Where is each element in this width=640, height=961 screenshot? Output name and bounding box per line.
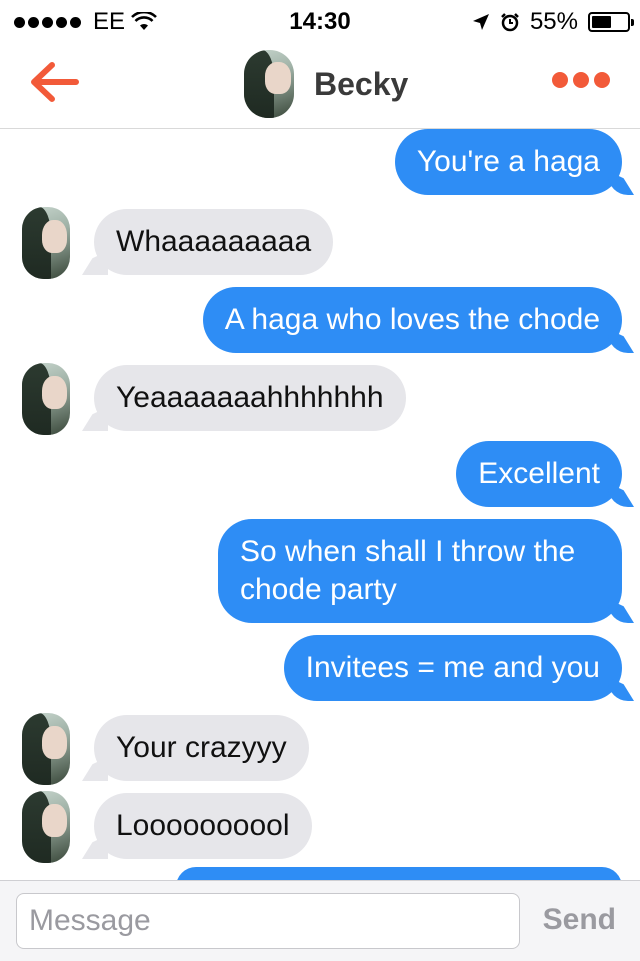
battery-icon: [588, 12, 634, 32]
message-thread[interactable]: You're a haga Whaaaaaaaaa A haga who lov…: [0, 129, 640, 880]
sender-avatar: [22, 791, 70, 863]
status-right: 55%: [472, 8, 634, 36]
arrow-left-icon: [31, 62, 79, 102]
back-button[interactable]: [28, 60, 80, 104]
outgoing-message[interactable]: Excellent: [456, 441, 622, 507]
battery-percent: 55%: [529, 8, 578, 35]
outgoing-message[interactable]: A haga who loves the chode: [202, 287, 622, 353]
outgoing-message[interactable]: You're a haga: [394, 129, 622, 195]
send-button[interactable]: Send: [543, 903, 616, 937]
sender-avatar: [22, 207, 70, 279]
outgoing-message[interactable]: Invitees = me and you: [283, 635, 622, 701]
more-options-button[interactable]: [552, 72, 610, 88]
sender-avatar: [22, 363, 70, 435]
incoming-message[interactable]: Yeaaaaaaahhhhhhh: [94, 365, 406, 431]
battery-fill: [592, 16, 611, 28]
location-arrow-icon: [472, 14, 489, 30]
message-input[interactable]: [16, 893, 520, 949]
incoming-message[interactable]: Loooooooool: [94, 793, 312, 859]
contact-name[interactable]: Becky: [314, 66, 408, 103]
outgoing-message[interactable]: So when shall I throw the chode party: [218, 519, 622, 623]
alarm-icon: [501, 13, 519, 32]
outgoing-message-partial[interactable]: [176, 867, 622, 880]
status-bar: EE 14:30 55%: [0, 0, 640, 40]
more-dots-icon: [552, 72, 568, 88]
contact-avatar[interactable]: [244, 50, 294, 118]
sender-avatar: [22, 713, 70, 785]
conversation-header: Becky: [0, 40, 640, 129]
incoming-message[interactable]: Whaaaaaaaaa: [94, 209, 334, 275]
composer-bar: Send: [0, 880, 640, 961]
incoming-message[interactable]: Your crazyyy: [94, 715, 309, 781]
